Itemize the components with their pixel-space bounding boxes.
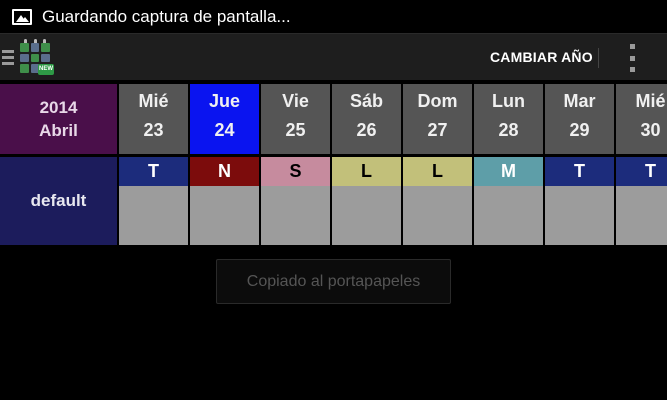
change-year-button[interactable]: CAMBIAR AÑO: [490, 34, 593, 81]
day-column: Vie 25 S: [261, 84, 330, 245]
day-name: Sáb: [349, 91, 383, 111]
shift-calendar: 2014 Abril default Mié 23 T Jue 24 N Vie 25 S Sáb…: [0, 84, 667, 245]
day-column: Lun 28 M: [474, 84, 543, 245]
day-number: 25: [285, 120, 306, 140]
month-year-header[interactable]: 2014 Abril: [0, 84, 117, 154]
shift-cell[interactable]: [545, 186, 614, 245]
day-header[interactable]: Mié 23: [119, 84, 188, 154]
image-icon: [12, 8, 32, 25]
day-name: Mar: [563, 91, 596, 111]
day-column: Mié 23 T: [119, 84, 188, 245]
month-label: Abril: [39, 121, 78, 140]
day-column: Dom 27 L: [403, 84, 472, 245]
day-column: Jue 24 N: [190, 84, 259, 245]
shift-cell[interactable]: [616, 186, 667, 245]
day-number: 29: [569, 120, 590, 140]
day-column: Mié 30 T: [616, 84, 667, 245]
day-header[interactable]: Vie 25: [261, 84, 330, 154]
shift-code[interactable]: L: [403, 157, 472, 186]
shift-code[interactable]: T: [545, 157, 614, 186]
day-column: Mar 29 T: [545, 84, 614, 245]
shift-code[interactable]: T: [119, 157, 188, 186]
shift-code[interactable]: S: [261, 157, 330, 186]
overflow-menu-icon[interactable]: [628, 44, 636, 72]
shift-cell[interactable]: [261, 186, 330, 245]
day-name: Dom: [417, 91, 458, 111]
shift-code[interactable]: M: [474, 157, 543, 186]
day-header[interactable]: Sáb 26: [332, 84, 401, 154]
copied-toast: Copiado al portapapeles: [216, 259, 451, 304]
action-bar-divider: [598, 48, 599, 68]
day-header[interactable]: Mar 29: [545, 84, 614, 154]
day-header[interactable]: Lun 28: [474, 84, 543, 154]
day-number: 24: [214, 120, 235, 140]
day-number: 28: [498, 120, 519, 140]
shift-cell[interactable]: [332, 186, 401, 245]
shift-cell[interactable]: [403, 186, 472, 245]
day-header[interactable]: Mié 30: [616, 84, 667, 154]
shift-code[interactable]: L: [332, 157, 401, 186]
day-number: 30: [640, 120, 661, 140]
day-number: 23: [143, 120, 164, 140]
status-bar: Guardando captura de pantalla...: [0, 0, 667, 33]
new-badge: NEW: [38, 64, 54, 75]
year-label: 2014: [39, 98, 78, 117]
day-name: Mié: [635, 91, 666, 111]
drawer-menu-icon[interactable]: [2, 49, 14, 65]
action-bar: NEW CAMBIAR AÑO: [0, 33, 667, 80]
day-number: 27: [427, 120, 448, 140]
shift-code[interactable]: N: [190, 157, 259, 186]
day-name: Vie: [282, 91, 309, 111]
day-number: 26: [356, 120, 377, 140]
day-header[interactable]: Dom 27: [403, 84, 472, 154]
day-name: Jue: [208, 91, 241, 111]
day-column: Sáb 26 L: [332, 84, 401, 245]
shift-cell[interactable]: [119, 186, 188, 245]
calendar-app-icon[interactable]: NEW: [20, 39, 54, 75]
day-name: Mié: [138, 91, 169, 111]
user-row-label[interactable]: default: [0, 157, 117, 245]
day-name: Lun: [492, 91, 525, 111]
shift-code[interactable]: T: [616, 157, 667, 186]
day-header[interactable]: Jue 24: [190, 84, 259, 154]
shift-cell[interactable]: [474, 186, 543, 245]
shift-cell[interactable]: [190, 186, 259, 245]
status-notification-text: Guardando captura de pantalla...: [42, 6, 291, 26]
